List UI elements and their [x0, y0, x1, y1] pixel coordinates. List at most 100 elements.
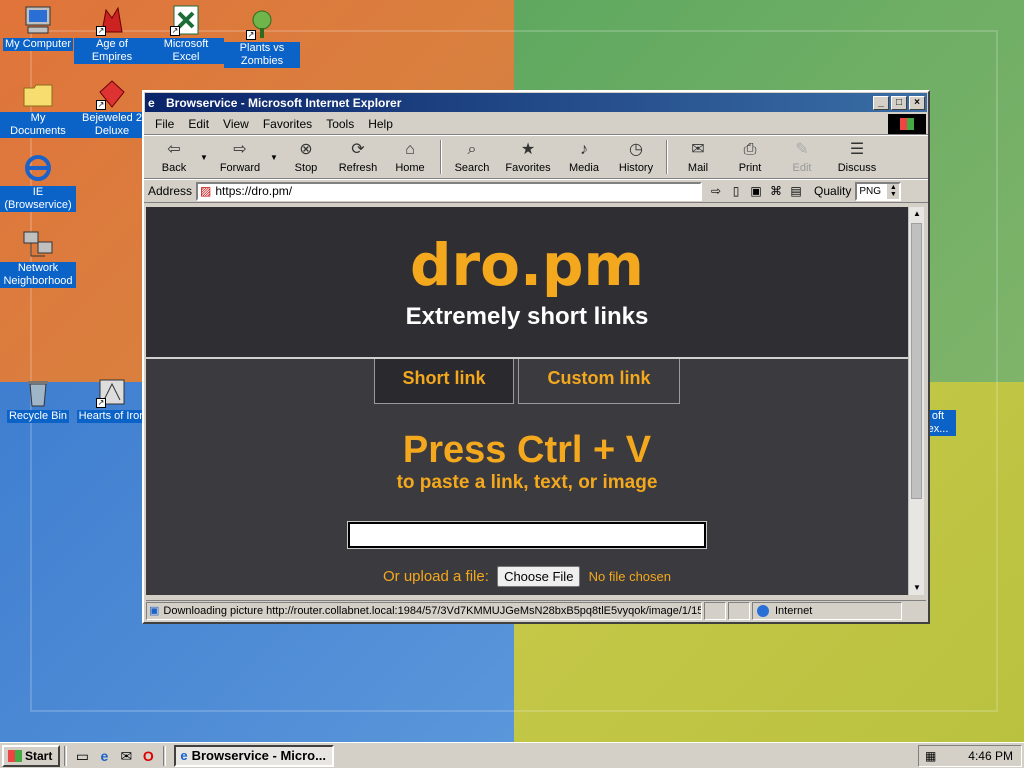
address-tools: ⇨ ▯ ▣ ⌘ ▤ [706, 184, 806, 198]
ie-icon: e [148, 95, 155, 110]
taskbar-browservice-button[interactable]: e Browservice - Micro... [174, 744, 335, 767]
system-tray: ▦ 4:46 PM [918, 744, 1022, 767]
menu-file[interactable]: File [148, 117, 181, 131]
mail-button[interactable]: ✉ Mail [672, 140, 724, 174]
minimize-button[interactable]: _ [873, 95, 889, 110]
search-button[interactable]: ⌕ Search [446, 140, 498, 174]
quality-select[interactable]: PNG ▲ ▼ [855, 181, 902, 201]
game-icon: ↗ [96, 4, 128, 36]
close-button[interactable]: × [909, 95, 925, 110]
page-icon: ▨ [200, 184, 212, 198]
scroll-thumb[interactable] [911, 223, 922, 499]
page-status-icon: ▣ [149, 605, 160, 617]
desktop-icon-my-documents[interactable]: My Documents [0, 78, 76, 138]
page-viewport: dro.pm Extremely short links Short link … [146, 207, 908, 595]
desktop-icon-my-computer[interactable]: My Computer [0, 4, 76, 51]
site-header: dro.pm Extremely short links [146, 207, 908, 359]
scroll-up-icon[interactable]: ▲ [909, 207, 925, 221]
back-dropdown-icon[interactable]: ▼ [200, 153, 210, 162]
outlook-quicklaunch-icon[interactable]: ✉ [117, 747, 135, 765]
discuss-button[interactable]: ☰ Discuss [828, 140, 886, 174]
home-button[interactable]: ⌂ Home [384, 140, 436, 174]
window-titlebar[interactable]: e Browservice - Microsoft Internet Explo… [145, 93, 927, 112]
history-button[interactable]: ◷ History [610, 140, 662, 174]
ie-window: e Browservice - Microsoft Internet Explo… [142, 90, 930, 624]
menu-view[interactable]: View [216, 117, 256, 131]
windows-logo [888, 114, 926, 134]
ie-icon [22, 152, 54, 184]
ie-icon: e [180, 748, 188, 763]
opera-quicklaunch-icon[interactable]: O [139, 747, 157, 765]
paste-input[interactable] [348, 522, 706, 548]
upload-label: Or upload a file: [382, 568, 489, 585]
forward-arrow-icon: ⇨ [233, 141, 247, 158]
print-icon: ⎙ [743, 141, 757, 158]
forward-button[interactable]: ⇨ Forward [210, 140, 270, 174]
stop-button[interactable]: ⊗ Stop [280, 140, 332, 174]
print-button[interactable]: ⎙ Print [724, 140, 776, 174]
search-icon: ⌕ [467, 141, 477, 158]
desktop-icon-age-of-empires[interactable]: ↗ Age of Empires [74, 4, 150, 64]
forward-dropdown-icon[interactable]: ▼ [270, 153, 280, 162]
history-icon: ◷ [629, 141, 643, 158]
ie-quicklaunch-icon[interactable]: e [95, 747, 113, 765]
favorites-icon: ★ [520, 141, 536, 158]
address-label: Address [148, 184, 193, 198]
status-text-panel: ▣ Downloading picture http://router.coll… [146, 601, 702, 620]
maximize-button[interactable]: □ [891, 95, 907, 110]
zone-label: Internet [775, 604, 813, 617]
bookmark-icon[interactable]: ▯ [726, 184, 746, 198]
tray-volume-icon[interactable]: ▦ [925, 749, 936, 763]
scroll-down-icon[interactable]: ▼ [909, 581, 925, 595]
desktop-icon-network-neighborhood[interactable]: Network Neighborhood [0, 228, 76, 288]
edit-icon: ✎ [795, 141, 809, 158]
taskbar: Start ▭ e ✉ O e Browservice - Micro... ▦… [0, 742, 1024, 768]
desktop-icon-recycle-bin[interactable]: Recycle Bin [0, 376, 76, 423]
tab-short-link[interactable]: Short link [374, 359, 514, 404]
quicklaunch-separator [163, 745, 167, 766]
tab-custom-link[interactable]: Custom link [518, 359, 680, 404]
edit-button[interactable]: ✎ Edit [776, 140, 828, 174]
refresh-button[interactable]: ⟳ Refresh [332, 140, 384, 174]
menu-tools[interactable]: Tools [319, 117, 361, 131]
favorites-button[interactable]: ★ Favorites [498, 140, 558, 174]
home-icon: ⌂ [405, 141, 415, 158]
desktop-icon-bejeweled[interactable]: ↗ Bejeweled 2 Deluxe [74, 78, 150, 138]
vertical-scrollbar[interactable]: ▲ ▼ [908, 207, 924, 595]
media-button[interactable]: ♪ Media [558, 140, 610, 174]
app-icon [932, 376, 944, 408]
folder-icon [22, 78, 54, 110]
clipboard-icon[interactable]: ▤ [786, 184, 806, 198]
recycle-bin-icon [22, 376, 54, 408]
desktop-icon-plants-vs-zombies[interactable]: ↗ Plants vs Zombies [224, 8, 300, 68]
security-zone: Internet [752, 601, 902, 620]
site-logo[interactable]: dro.pm [146, 207, 908, 299]
computer-icon [22, 4, 54, 36]
desktop-icon-microsoft-excel[interactable]: ↗ Microsoft Excel [148, 4, 224, 64]
menu-help[interactable]: Help [361, 117, 400, 131]
show-desktop-icon[interactable]: ▭ [73, 747, 91, 765]
paste-subheading: to paste a link, text, or image [396, 472, 658, 493]
choose-file-button[interactable]: Choose File [497, 566, 581, 587]
network-icon [22, 228, 54, 260]
go-arrow-icon[interactable]: ⇨ [706, 184, 726, 198]
address-bar: Address ▨ https://dro.pm/ ⇨ ▯ ▣ ⌘ ▤ Qual… [144, 179, 928, 203]
back-arrow-icon: ⇦ [167, 141, 181, 158]
start-button[interactable]: Start [2, 744, 61, 767]
find-icon[interactable]: ▣ [746, 184, 766, 198]
stop-icon: ⊗ [299, 141, 313, 158]
quality-spinner-icon[interactable]: ▲ ▼ [887, 183, 900, 199]
back-button[interactable]: ⇦ Back [148, 140, 200, 174]
desktop-icon-ie-browservice[interactable]: IE (Browservice) [0, 152, 76, 212]
status-cell [704, 601, 726, 620]
menu-edit[interactable]: Edit [181, 117, 216, 131]
clock[interactable]: 4:46 PM [968, 749, 1013, 763]
no-file-label: No file chosen [588, 569, 671, 584]
menu-favorites[interactable]: Favorites [256, 117, 319, 131]
binoculars-icon[interactable]: ⌘ [766, 184, 786, 198]
refresh-icon: ⟳ [351, 141, 365, 158]
desktop-icon-hearts-of-iron[interactable]: ↗ Hearts of Iron [74, 376, 150, 423]
address-input[interactable]: ▨ https://dro.pm/ [196, 181, 703, 201]
quality-value: PNG [859, 185, 882, 197]
globe-icon [757, 604, 769, 617]
